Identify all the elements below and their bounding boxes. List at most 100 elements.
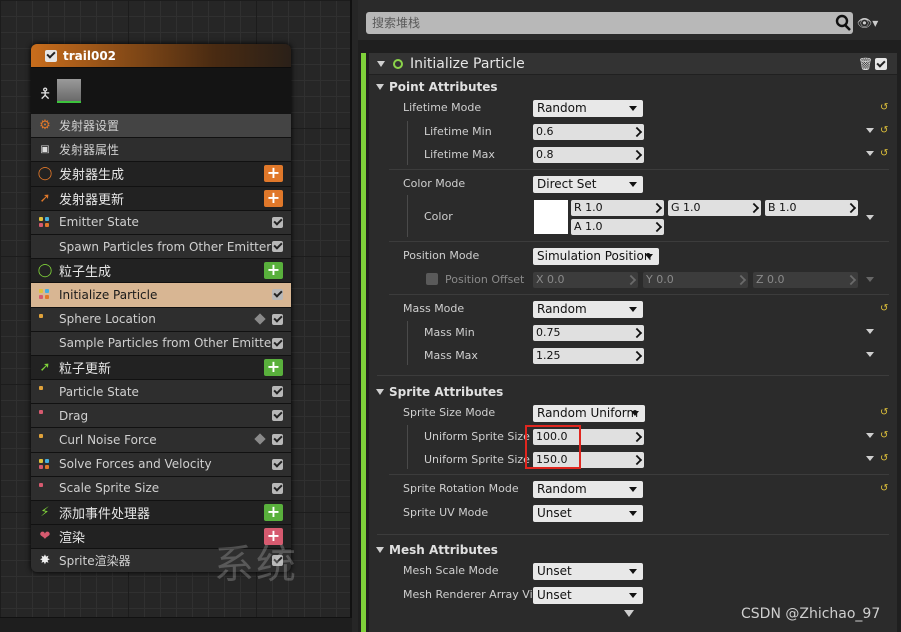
stack-item[interactable]: ▣ 发射器属性 [31,138,291,163]
stack-item-label: Spawn Particles from Other Emitter [59,239,272,254]
search-stack-input[interactable]: 搜索堆栈 [366,12,853,34]
stack-item[interactable]: Emitter State [31,210,291,235]
color-g-field[interactable]: G 1.0 [668,200,761,216]
options-chevron-icon[interactable] [866,151,874,156]
module-enabled-checkbox[interactable] [272,410,283,422]
mass-max-field[interactable]: 1.25 [533,348,644,364]
color-a-field[interactable]: A 1.0 [571,219,664,235]
search-icon[interactable] [834,14,852,32]
stack-item-label: 发射器设置 [59,119,120,134]
mass-min-field[interactable]: 0.75 [533,325,644,341]
reset-arrow-icon[interactable]: ↺ [880,484,890,494]
lifetime-min-field[interactable]: 0.6 [533,124,644,140]
stack-item-label: Emitter State [59,215,139,230]
add-module-button[interactable]: + [264,189,283,207]
color-b-field[interactable]: B 1.0 [765,200,858,216]
section-point-attributes[interactable]: Point Attributes [369,77,897,97]
module-enabled-checkbox[interactable] [272,240,283,252]
section-collapse-icon[interactable] [376,84,384,90]
emitter-thumbnail[interactable] [57,79,81,103]
sprite-rotation-mode-dropdown[interactable]: Random [533,481,643,498]
add-module-button[interactable]: + [264,504,283,521]
stack-item[interactable]: Solve Forces and Velocity [31,452,291,477]
stack-item[interactable]: ◯ 粒子生成 + [31,259,291,284]
emitter-enabled-checkbox[interactable] [45,49,57,62]
details-panel: 搜索堆栈 👁▾ Initialize Particle 🗑 Point Attr… [358,0,901,632]
particle-update-arrow-icon: ➚ [39,359,51,375]
stack-item-label: 渲染 [59,531,86,547]
collapse-triangle-icon[interactable] [377,61,385,67]
trash-icon[interactable]: 🗑 [858,57,873,71]
stack-item[interactable]: Curl Noise Force [31,428,291,453]
add-module-button[interactable]: + [264,358,283,376]
emitter-title: trail002 [63,48,117,63]
module-enabled-checkbox[interactable] [272,313,283,325]
section-collapse-icon[interactable] [376,389,384,395]
mass-max-label: Mass Max [424,349,478,362]
stack-item[interactable]: Scale Sprite Size [31,476,291,501]
stack-item[interactable]: Sphere Location [31,307,291,332]
highlight-annotation-box [525,425,581,469]
stack-item[interactable]: Spawn Particles from Other Emitter [31,234,291,260]
sprite-size-mode-dropdown[interactable]: Random Uniform [533,405,645,422]
options-chevron-icon[interactable] [866,433,874,438]
stack-item[interactable]: ➚ 发射器更新 + [31,186,291,211]
reset-arrow-icon[interactable]: ↺ [880,149,890,159]
color-r-field[interactable]: R 1.0 [571,200,664,216]
module-enabled-checkbox[interactable] [272,386,283,398]
module-header[interactable]: Initialize Particle 🗑 [369,53,897,75]
stack-item[interactable]: ⚙ 发射器设置 [31,114,291,139]
stack-item-label: Solve Forces and Velocity [59,457,212,472]
options-chevron-icon[interactable] [866,352,874,357]
module-enabled-checkbox[interactable] [875,58,887,70]
reset-arrow-icon[interactable]: ↺ [880,304,890,314]
stack-item[interactable]: Sample Particles from Other Emitter [31,331,291,356]
stack-item[interactable]: ◯ 发射器生成 + [31,162,291,187]
reset-arrow-icon[interactable]: ↺ [880,103,890,113]
lifetime-max-field[interactable]: 0.8 [533,147,644,163]
options-chevron-icon[interactable] [866,456,874,461]
position-mode-dropdown[interactable]: Simulation Position [533,248,659,265]
options-chevron-icon[interactable] [866,128,874,133]
stack-item[interactable]: ⚡ 添加事件处理器 + [31,501,291,526]
scroll-down-icon[interactable] [624,610,634,617]
stack-item[interactable]: ➚ 粒子更新 + [31,355,291,381]
module-enabled-checkbox[interactable] [272,337,283,349]
sprite-burst-icon: ✸ [39,553,51,569]
stack-item-label: 添加事件处理器 [59,507,151,523]
options-chevron-icon[interactable] [866,215,874,220]
mass-mode-dropdown[interactable]: Random [533,301,643,318]
add-module-button[interactable]: + [264,165,283,183]
options-chevron-icon[interactable] [866,329,874,334]
stack-item[interactable]: Particle State [31,380,291,405]
stack-item[interactable]: Initialize Particle [31,283,291,308]
reset-arrow-icon[interactable]: ↺ [880,454,890,464]
module-enabled-checkbox[interactable] [272,434,283,446]
color-swatch[interactable] [534,200,568,234]
reset-arrow-icon[interactable]: ↺ [880,408,890,418]
module-enabled-checkbox[interactable] [272,289,283,301]
position-offset-y-field: Y 0.0 [643,272,748,288]
node-graph[interactable]: trail002 🯅 ⚙ 发射器设置 ▣ 发射器属性 ◯ 发射器生成 + ➚ 发射器更新 + Emi… [0,0,352,632]
stack-item[interactable]: Drag [31,404,291,429]
module-enabled-checkbox[interactable] [272,216,283,228]
mass-mode-label: Mass Mode [403,302,465,315]
emitter-node[interactable]: trail002 🯅 ⚙ 发射器设置 ▣ 发射器属性 ◯ 发射器生成 + ➚ 发射器更新 + Emi… [31,44,291,572]
reset-arrow-icon[interactable]: ↺ [880,431,890,441]
color-mode-dropdown[interactable]: Direct Set [533,176,643,193]
add-module-button[interactable]: + [264,262,283,280]
reset-arrow-icon[interactable]: ↺ [880,126,890,136]
isolate-figure-icon[interactable]: 🯅 [39,83,53,102]
module-enabled-checkbox[interactable] [272,458,283,470]
position-offset-checkbox[interactable] [426,273,438,285]
mesh-renderer-array-dropdown[interactable]: Unset [533,587,643,604]
lifetime-mode-dropdown[interactable]: Random [533,100,643,117]
mesh-scale-mode-dropdown[interactable]: Unset [533,563,643,580]
section-collapse-icon[interactable] [376,547,384,553]
emitter-header[interactable]: trail002 [31,44,291,68]
section-sprite-attributes[interactable]: Sprite Attributes [369,382,897,402]
section-mesh-attributes[interactable]: Mesh Attributes [369,540,897,560]
sprite-uv-mode-dropdown[interactable]: Unset [533,505,643,522]
visibility-eye-icon[interactable]: 👁▾ [857,16,887,30]
module-enabled-checkbox[interactable] [272,482,283,494]
